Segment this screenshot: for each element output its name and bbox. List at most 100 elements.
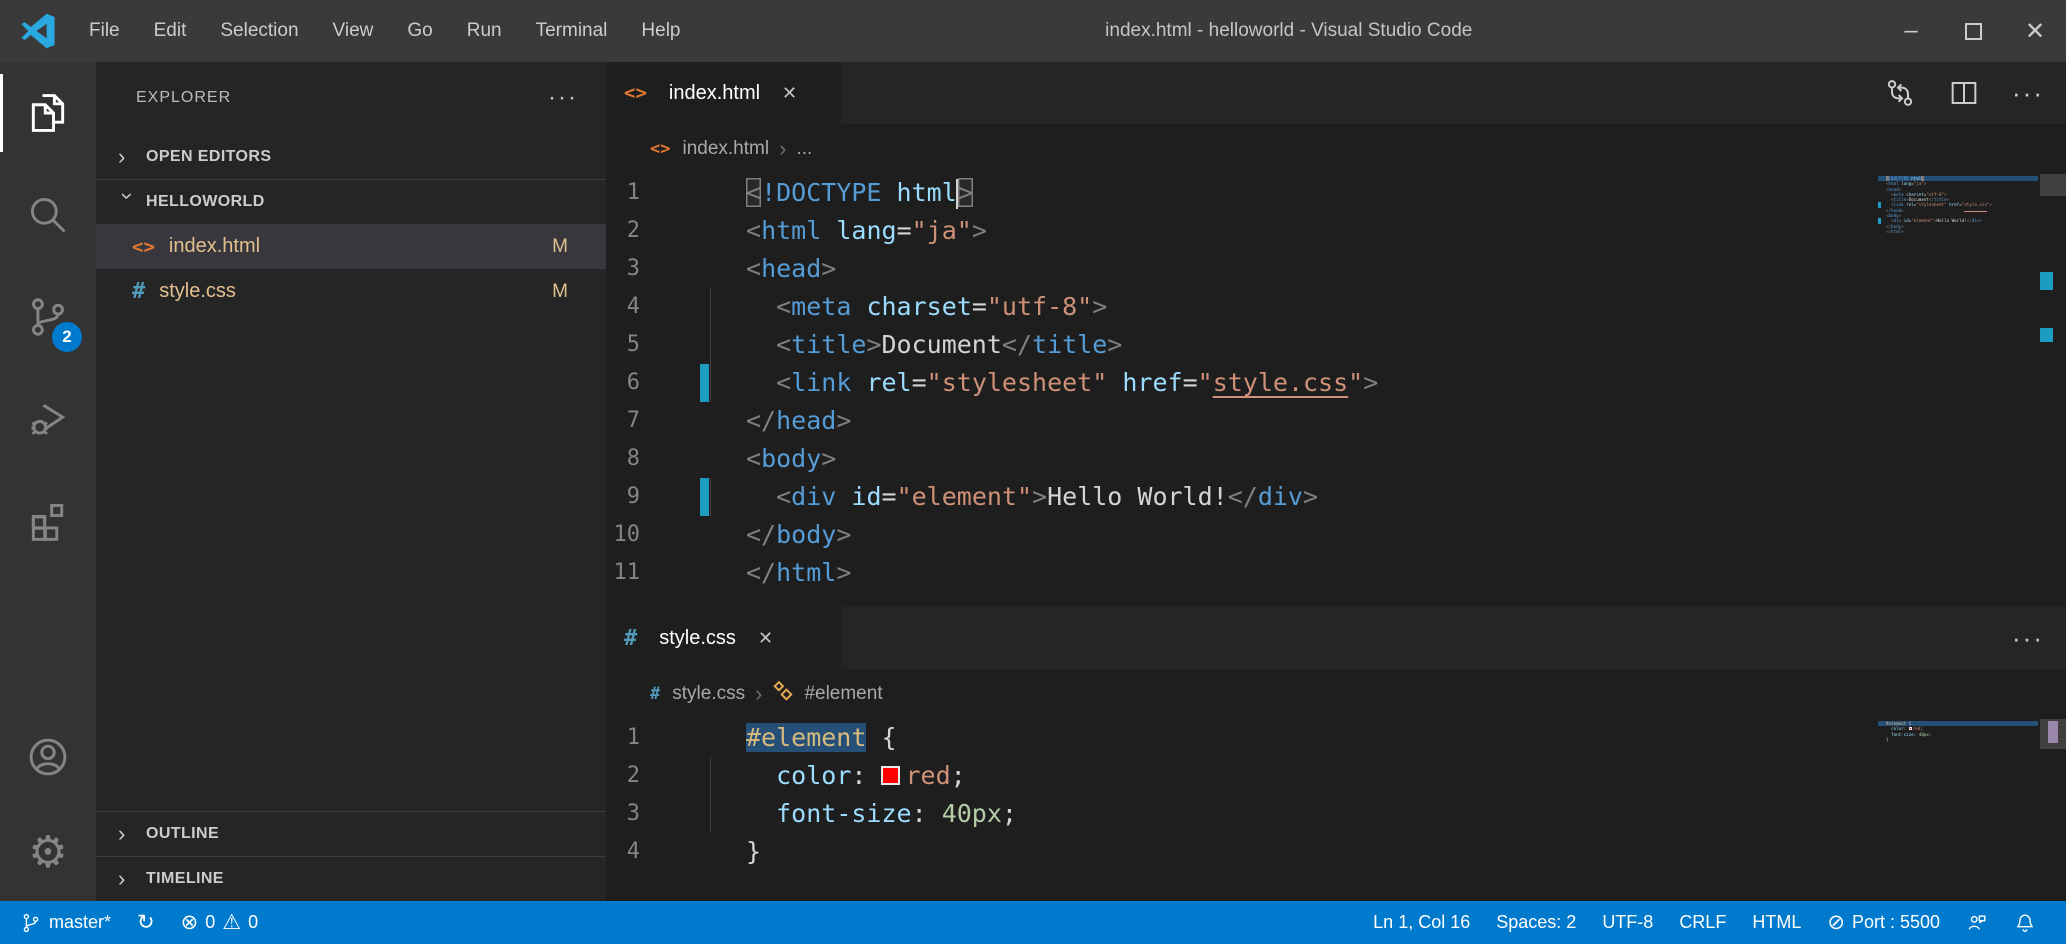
split-editor-icon[interactable] (1948, 77, 1980, 109)
circle-slash-icon: ⊘ (1827, 912, 1845, 933)
source-control-badge: 2 (52, 322, 82, 352)
menu-terminal[interactable]: Terminal (519, 0, 625, 62)
file-row-index-html[interactable]: <> index.html M (96, 224, 606, 269)
warning-icon: ⚠ (222, 912, 241, 933)
cursor-position-status[interactable]: Ln 1, Col 16 (1373, 912, 1470, 933)
sync-icon: ↻ (137, 912, 155, 933)
breadcrumb-file[interactable]: style.css (672, 683, 745, 705)
code-line[interactable]: 11</html> (606, 554, 2066, 592)
file-label: style.css (159, 280, 236, 303)
menu-go[interactable]: Go (390, 0, 449, 62)
explorer-title: EXPLORER (136, 89, 231, 107)
minimap[interactable]: <!DOCTYPE html><html lang="ja"><head> <m… (1878, 176, 2038, 234)
tab-bar: <> index.html ✕ ··· (606, 62, 2066, 124)
window-controls: – ✕ (1880, 0, 2066, 62)
code-line[interactable]: 1#element { (606, 719, 2066, 757)
code-line[interactable]: 10</body> (606, 516, 2066, 554)
maximize-button[interactable] (1942, 0, 2004, 62)
tab-label: index.html (669, 82, 760, 105)
tab-index-html[interactable]: <> index.html ✕ (606, 62, 841, 124)
section-outline[interactable]: › OUTLINE (96, 811, 606, 856)
close-window-button[interactable]: ✕ (2004, 0, 2066, 62)
menu-help[interactable]: Help (624, 0, 697, 62)
encoding-status[interactable]: UTF-8 (1602, 912, 1653, 933)
gear-icon: ⚙ (28, 831, 67, 875)
breadcrumb-symbol[interactable]: #element (804, 683, 882, 705)
menu-view[interactable]: View (316, 0, 391, 62)
activity-source-control-button[interactable]: 2 (0, 266, 96, 368)
tab-style-css[interactable]: # style.css ✕ (606, 607, 841, 669)
code-line[interactable]: 3<head> (606, 250, 2066, 288)
menu-run[interactable]: Run (450, 0, 519, 62)
chevron-down-icon: › (115, 192, 141, 216)
code-line[interactable]: 6 <link rel="stylesheet" href="style.css… (606, 364, 2066, 402)
title-bar: File Edit Selection View Go Run Terminal… (0, 0, 2066, 62)
breadcrumb-separator: › (755, 681, 762, 707)
code-line[interactable]: 8<body> (606, 440, 2066, 478)
css-file-icon: # (132, 279, 145, 304)
section-folder-helloworld[interactable]: › HELLOWORLD (96, 179, 606, 224)
account-button[interactable] (0, 709, 96, 805)
settings-button[interactable]: ⚙ (0, 805, 96, 901)
html-file-icon: <> (132, 236, 155, 258)
overview-ruler[interactable] (2040, 174, 2066, 592)
menu-edit[interactable]: Edit (137, 0, 204, 62)
editor-actions: ··· (2012, 607, 2044, 669)
css-file-icon: # (624, 626, 637, 651)
activity-explorer-button[interactable] (0, 62, 96, 164)
file-label: index.html (169, 235, 260, 258)
activity-search-button[interactable] (0, 164, 96, 266)
error-icon: ⊗ (181, 912, 199, 933)
close-tab-icon[interactable]: ✕ (758, 628, 773, 649)
close-tab-icon[interactable]: ✕ (782, 83, 797, 104)
eol-status[interactable]: CRLF (1679, 912, 1726, 933)
code-line[interactable]: 2<html lang="ja"> (606, 212, 2066, 250)
code-line[interactable]: 2 color: red; (606, 757, 2066, 795)
live-server-port-status[interactable]: ⊘ Port : 5500 (1827, 912, 1940, 933)
menu-bar: File Edit Selection View Go Run Terminal… (72, 0, 698, 62)
explorer-more-actions-icon[interactable]: ··· (548, 84, 578, 112)
menu-file[interactable]: File (72, 0, 137, 62)
section-open-editors[interactable]: › OPEN EDITORS (96, 134, 606, 179)
chevron-right-icon: › (118, 821, 142, 847)
activity-run-debug-button[interactable] (0, 368, 96, 470)
file-row-style-css[interactable]: # style.css M (96, 269, 606, 314)
code-line[interactable]: 9 <div id="element">Hello World!</div> (606, 478, 2066, 516)
code-editor-css[interactable]: 1#element {2 color: red;3 font-size: 40p… (606, 719, 2066, 889)
minimap[interactable]: #element { color: red; font-size: 40px;} (1878, 721, 2038, 742)
code-line[interactable]: 4 <meta charset="utf-8"> (606, 288, 2066, 326)
section-outline-wrap: › OUTLINE (96, 811, 606, 856)
activity-extensions-button[interactable] (0, 470, 96, 572)
sync-button[interactable]: ↻ (137, 912, 155, 933)
menu-selection[interactable]: Selection (203, 0, 315, 62)
code-line[interactable]: 3 font-size: 40px; (606, 795, 2066, 833)
language-mode-status[interactable]: HTML (1752, 912, 1801, 933)
editor-actions: ··· (1884, 62, 2044, 124)
extensions-icon (26, 499, 70, 543)
more-actions-icon[interactable]: ··· (2012, 623, 2044, 654)
account-icon (26, 735, 70, 779)
git-modified-badge: M (552, 281, 568, 303)
code-editor-html[interactable]: 1<!DOCTYPE html>2<html lang="ja">3<head>… (606, 174, 2066, 592)
more-actions-icon[interactable]: ··· (2012, 78, 2044, 109)
minimize-button[interactable]: – (1880, 0, 1942, 62)
section-timeline-wrap: › TIMELINE (96, 856, 606, 901)
problems-status[interactable]: ⊗ 0 ⚠ 0 (181, 912, 258, 933)
overview-ruler[interactable] (2040, 719, 2066, 889)
section-timeline[interactable]: › TIMELINE (96, 856, 606, 901)
run-debug-icon (26, 397, 70, 441)
editor-group-html: <> index.html ✕ ··· <> index.html › ... … (606, 62, 2066, 606)
breadcrumb-file[interactable]: index.html (682, 138, 769, 160)
git-branch-status[interactable]: master* (20, 912, 111, 934)
git-modified-gutter-marker (700, 478, 709, 516)
code-line[interactable]: 1<!DOCTYPE html> (606, 174, 2066, 212)
open-changes-icon[interactable] (1884, 77, 1916, 109)
breadcrumb-tail[interactable]: ... (796, 138, 812, 160)
notifications-button[interactable] (2014, 912, 2036, 934)
code-line[interactable]: 5 <title>Document</title> (606, 326, 2066, 364)
code-line[interactable]: 4} (606, 833, 2066, 871)
indentation-status[interactable]: Spaces: 2 (1496, 912, 1576, 933)
feedback-button[interactable] (1966, 912, 1988, 934)
files-icon (26, 91, 70, 135)
code-line[interactable]: 7</head> (606, 402, 2066, 440)
